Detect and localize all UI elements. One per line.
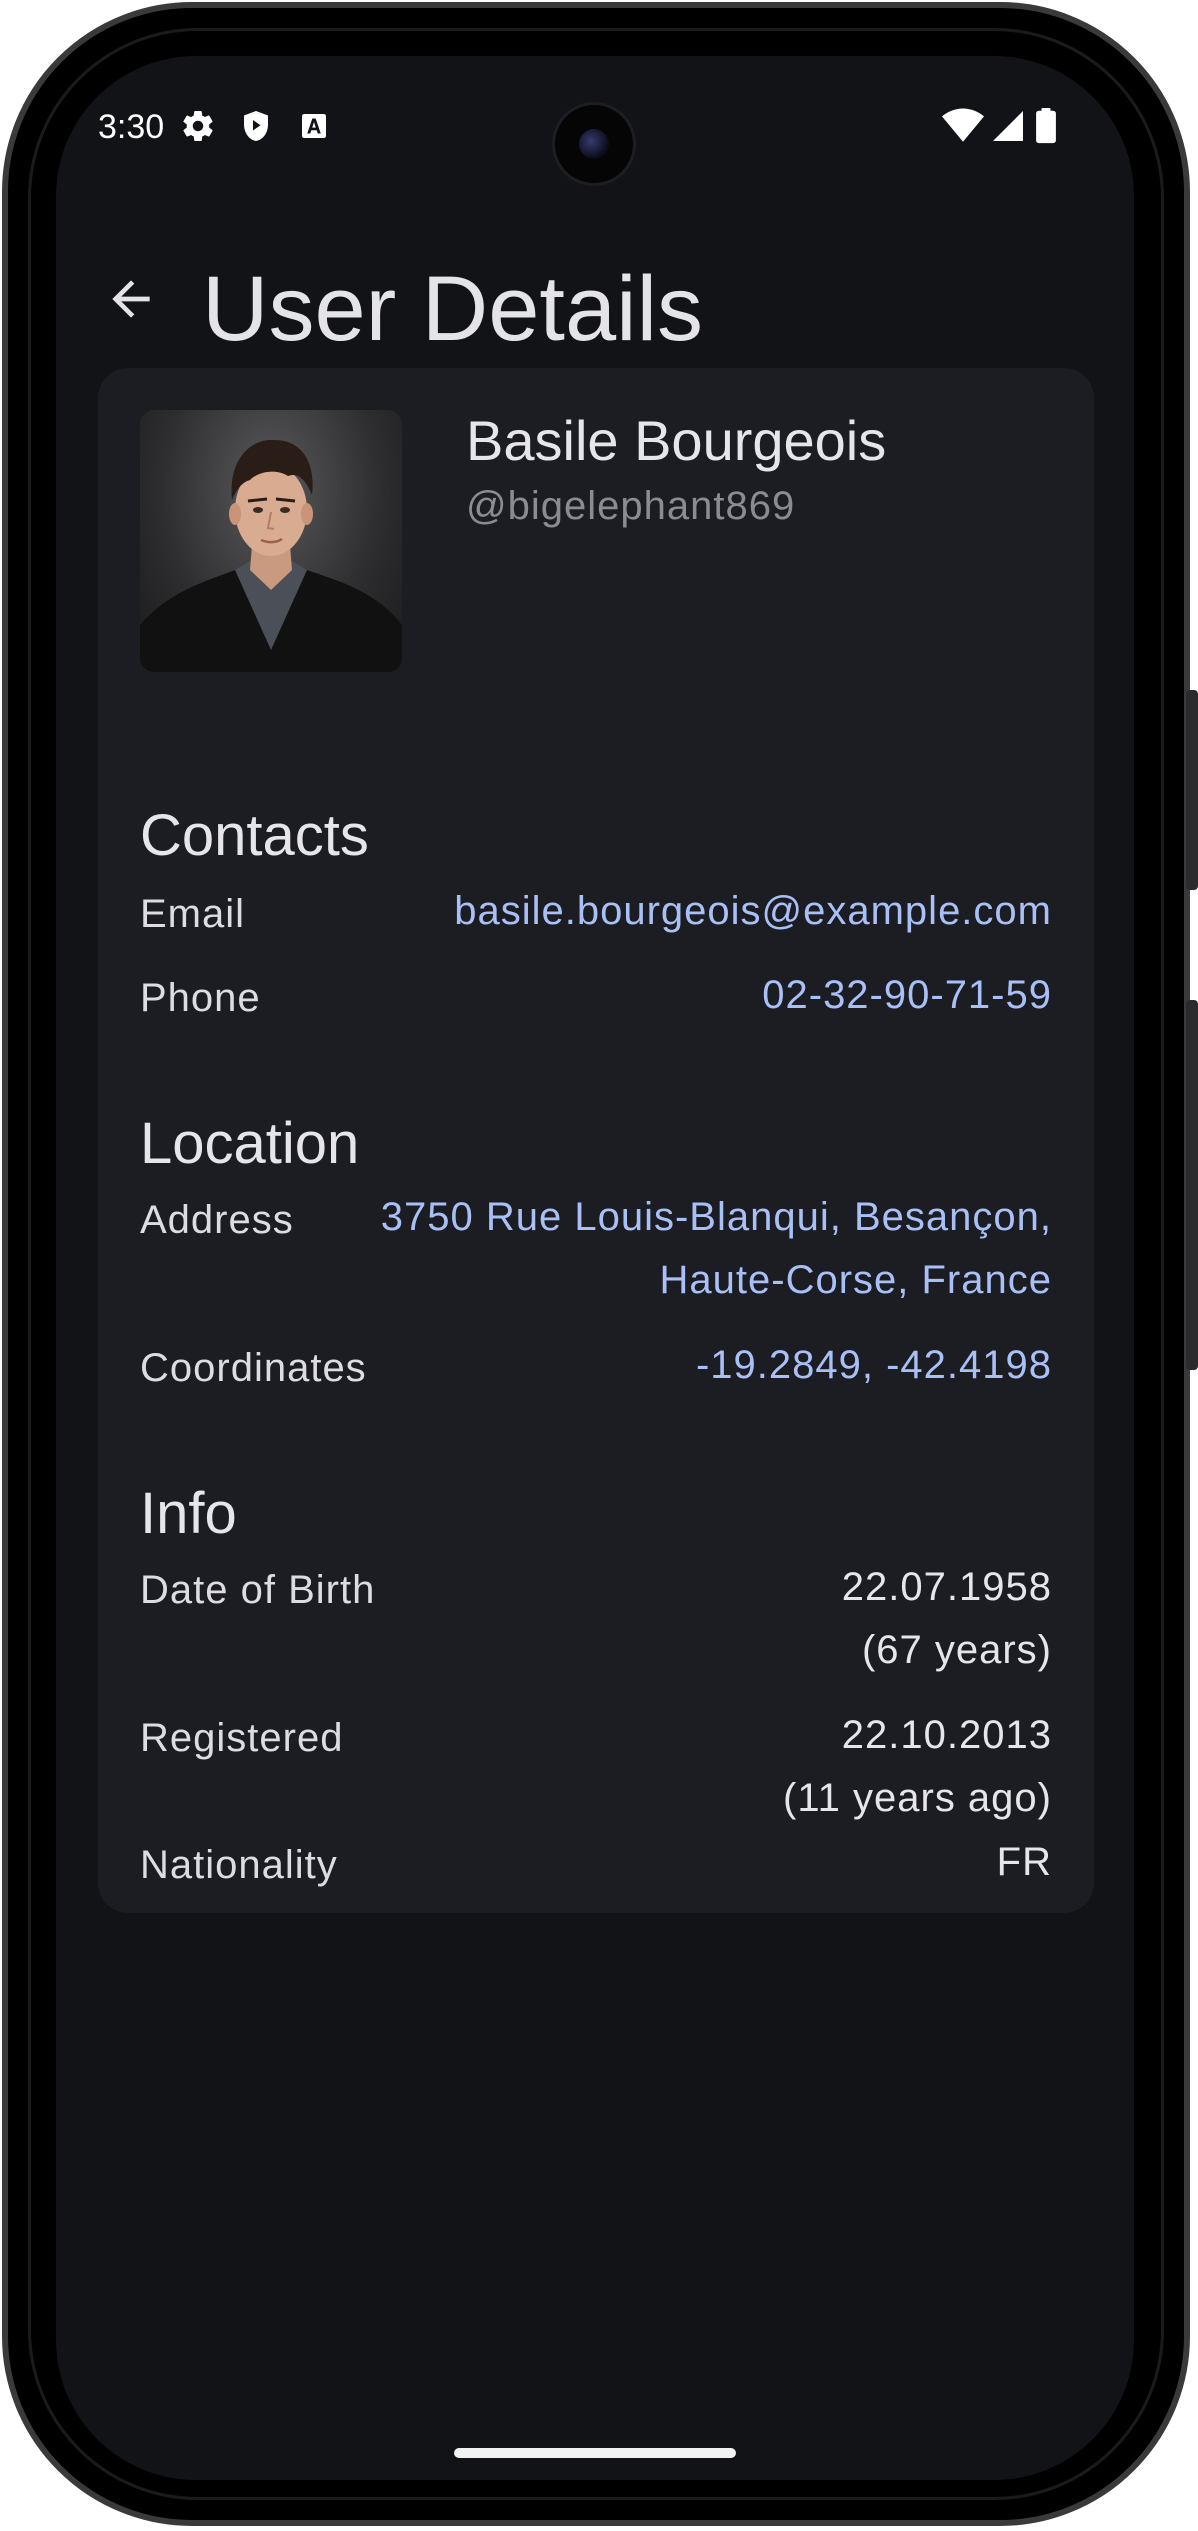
avatar [140,410,402,672]
address-line-1: 3750 Rue Louis-Blanqui, Besançon, [380,1195,1052,1239]
shield-play-icon [238,108,274,144]
address-link[interactable]: 3750 Rue Louis-Blanqui, Besançon, Haute-… [381,1186,1052,1312]
registered-date: 22.10.2013 [841,1713,1052,1757]
front-camera [552,102,636,186]
dob-age: (67 years) [861,1628,1052,1672]
screen: 3:30 User Details Basile Bourgeois @bige… [56,56,1134,2480]
phone-label: Phone [140,976,261,1020]
email-link[interactable]: basile.bourgeois@example.com [454,880,1052,943]
registered-label: Registered [140,1716,344,1760]
home-indicator[interactable] [454,2448,736,2458]
wifi-icon [942,108,984,144]
user-full-name: Basile Bourgeois [466,409,887,472]
font-a-icon [296,108,332,144]
dob-date: 22.07.1958 [841,1565,1052,1609]
dob-value: 22.07.1958 (67 years) [842,1556,1052,1682]
battery-icon [1034,108,1058,144]
user-username: @bigelephant869 [466,484,796,528]
registered-ago: (11 years ago) [783,1776,1052,1820]
user-details-card: Basile Bourgeois @bigelephant869 Contact… [98,368,1094,1913]
email-label: Email [140,892,246,936]
coordinates-label: Coordinates [140,1346,367,1390]
phone-frame: 3:30 User Details Basile Bourgeois @bige… [0,0,1198,2531]
phone-link[interactable]: 02-32-90-71-59 [762,964,1052,1027]
back-button[interactable] [96,266,166,336]
status-bar: 3:30 [56,56,1134,186]
status-time: 3:30 [98,108,165,146]
power-button [1186,690,1198,890]
signal-icon [990,108,1026,144]
section-title-location: Location [140,1111,360,1176]
section-title-contacts: Contacts [140,803,369,868]
nationality-label: Nationality [140,1843,338,1887]
address-line-2: Haute-Corse, France [659,1258,1052,1302]
gear-icon [180,108,216,144]
coordinates-link[interactable]: -19.2849, -42.4198 [696,1334,1052,1397]
address-label: Address [140,1198,294,1242]
volume-button [1186,1000,1198,1370]
section-title-info: Info [140,1481,237,1546]
dob-label: Date of Birth [140,1568,376,1612]
registered-value: 22.10.2013 (11 years ago) [783,1704,1052,1830]
nationality-value: FR [996,1840,1052,1884]
arrow-left-icon [103,271,159,332]
top-app-bar: User Details [56,226,1134,366]
page-title: User Details [202,258,704,360]
